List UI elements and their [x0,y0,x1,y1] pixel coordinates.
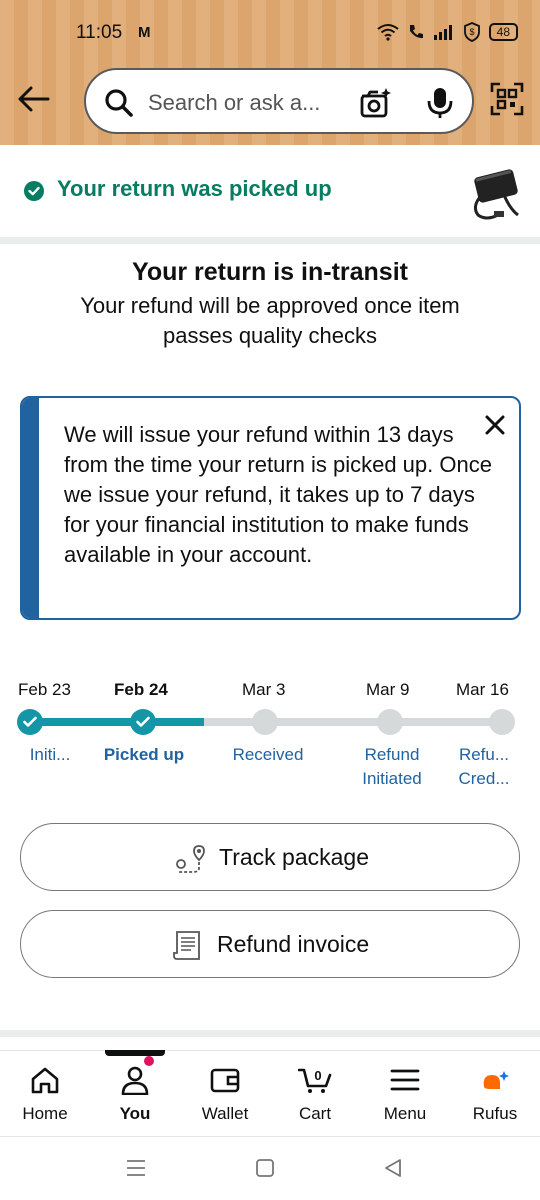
wallet-icon [210,1068,240,1093]
timeline-progress-bar [28,718,204,726]
timeline-step-label[interactable]: Initi... [10,743,90,767]
nav-label: Cart [298,1104,332,1123]
refund-info-alert: We will issue your refund within 13 days… [20,396,521,620]
refund-info-text: We will issue your refund within 13 days… [64,422,492,567]
section-divider [0,1030,540,1037]
shield-icon: $ [463,22,480,42]
nav-label: Home [22,1104,68,1123]
search-input[interactable] [148,88,348,118]
notification-dot [144,1056,154,1066]
check-icon [136,716,150,727]
search-bar[interactable] [84,68,474,134]
timeline-date: Mar 16 [456,680,509,699]
track-package-label: Track package [219,844,369,870]
timeline-node-pending [489,709,515,735]
timeline-node-pending [377,709,403,735]
bottom-navigation: Home You Wallet 0 Cart Menu Rufus [0,1050,540,1136]
return-status-subtitle: Your refund will be approved once item p… [80,293,460,348]
timeline-date: Feb 24 [114,680,168,699]
user-icon [121,1066,149,1095]
timeline-node-pending [252,709,278,735]
close-icon[interactable] [482,412,508,438]
search-icon [105,89,133,117]
timeline-step-label[interactable]: Refu... Cred... [446,743,522,791]
track-package-button[interactable]: Track package [20,823,520,891]
carrier-mark: M [138,24,151,41]
status-bar: 11:05 M $ 48 [0,0,540,66]
home-icon [31,1067,59,1094]
svg-text:$: $ [469,27,474,37]
success-check-icon [24,181,44,201]
camera-search-icon[interactable] [358,86,392,120]
status-time: 11:05 [76,22,123,43]
section-divider [0,237,540,244]
timeline-step-label[interactable]: Received [218,743,318,767]
qr-scan-icon[interactable] [490,82,524,116]
route-pin-icon [176,845,205,873]
nav-home[interactable]: Home [0,1051,90,1137]
recent-apps-icon[interactable] [126,1159,146,1177]
nav-label: You [119,1104,151,1123]
return-status-title: Your return is in-transit [132,258,408,286]
nav-label: Wallet [201,1104,249,1123]
back-triangle-icon[interactable] [384,1159,402,1177]
nav-label: Menu [383,1104,427,1123]
invoice-icon [173,931,200,960]
timeline-step-label[interactable]: Picked up [94,743,194,767]
back-arrow-icon[interactable] [16,84,52,114]
battery-indicator: 48 [488,23,518,41]
rufus-icon [483,1071,509,1089]
timeline-date: Feb 23 [18,680,71,699]
timeline-step-label[interactable]: Refund Initiated [352,743,432,791]
timeline-node-completed [17,709,43,735]
timeline-date: Mar 3 [242,680,286,699]
active-tab-indicator [105,1050,165,1056]
refund-invoice-label: Refund invoice [217,931,370,957]
nav-rufus[interactable]: Rufus [450,1051,540,1137]
refund-invoice-button[interactable]: Refund invoice [20,910,520,978]
microphone-icon[interactable] [426,86,454,120]
svg-text:0: 0 [314,1068,321,1083]
nav-label: Rufus [472,1104,518,1123]
system-navigation-bar [0,1136,540,1200]
info-accent-bar [22,398,39,618]
timeline-node-completed [130,709,156,735]
home-square-icon[interactable] [256,1159,274,1177]
return-picked-up-banner[interactable]: Your return was picked up [0,145,540,237]
status-icons: $ 48 [377,22,518,42]
signal-icon [433,25,452,40]
check-icon [23,716,37,727]
menu-icon [390,1069,420,1091]
product-thumbnail[interactable] [464,165,524,225]
app-header: 11:05 M $ 48 [0,0,540,145]
cart-icon: 0 [298,1068,332,1093]
nav-you[interactable]: You [90,1051,180,1137]
wifi-icon [377,24,399,41]
nav-menu[interactable]: Menu [360,1051,450,1137]
timeline-date: Mar 9 [366,680,410,699]
nav-cart[interactable]: 0 Cart [270,1051,360,1137]
call-icon [409,25,423,39]
nav-wallet[interactable]: Wallet [180,1051,270,1137]
banner-text: Your return was picked up [57,176,332,201]
